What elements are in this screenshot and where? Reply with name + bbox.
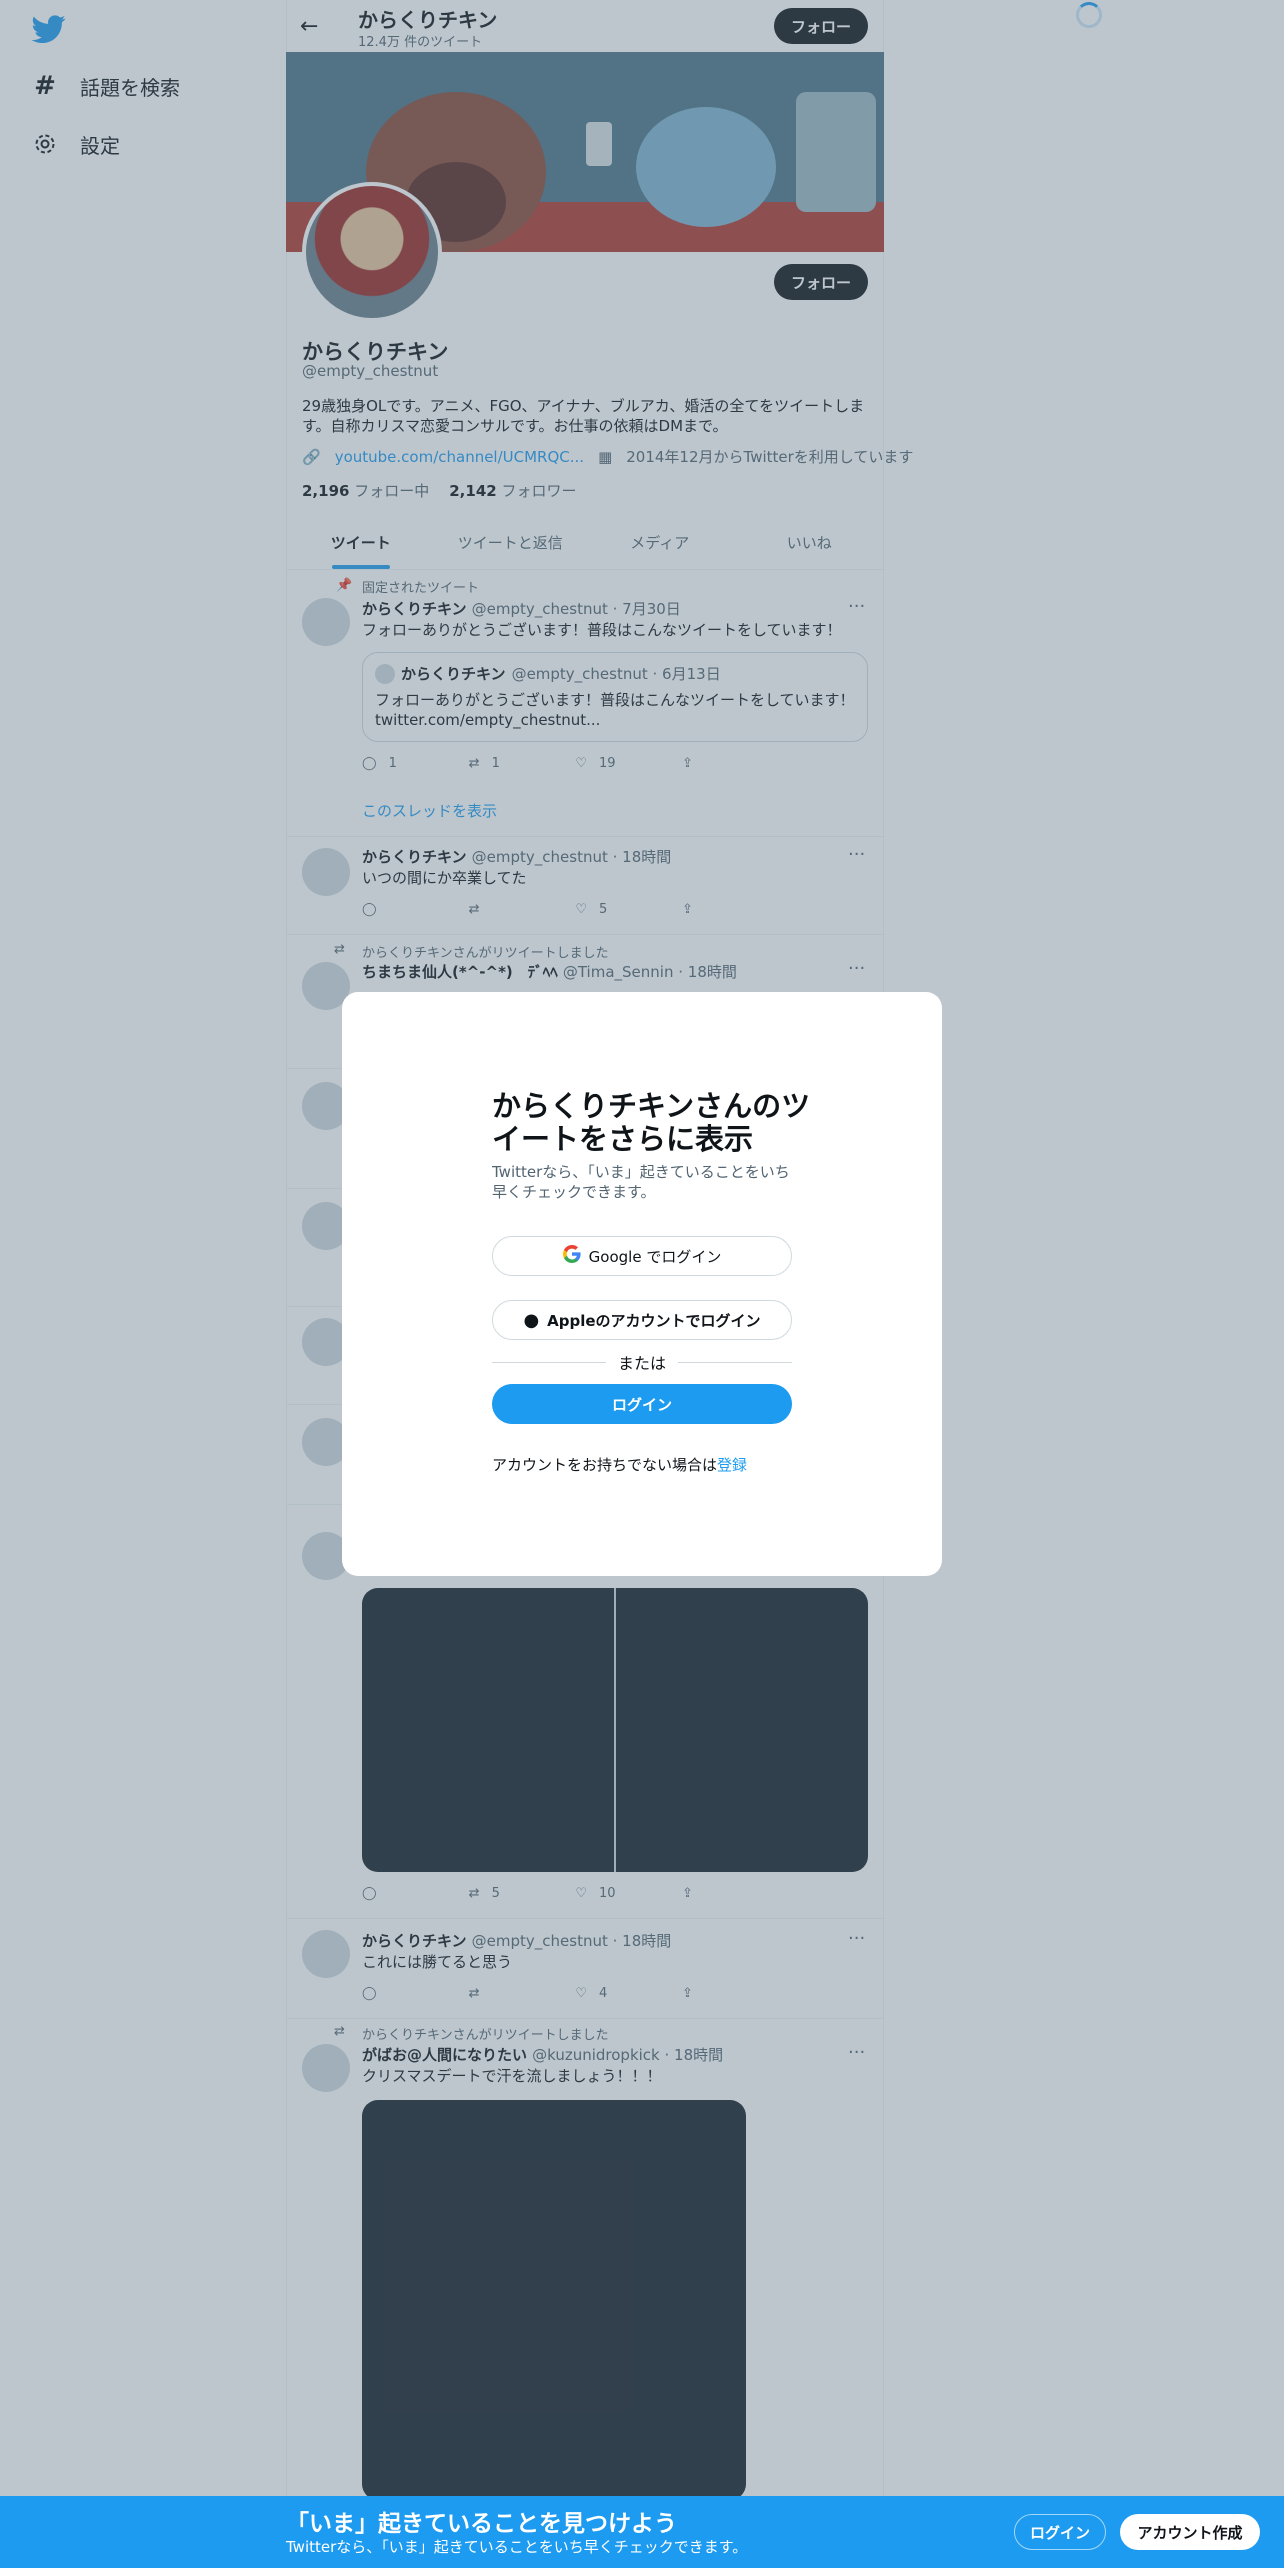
apple-icon: ● bbox=[523, 1309, 540, 1331]
modal-subtitle: Twitterなら、「いま」起きていることをいち早くチェックできます。 bbox=[492, 1163, 790, 1201]
modal-title: からくりチキンさんのツイートをさらに表示 bbox=[492, 1089, 811, 1156]
signup-prefix: アカウントをお持ちでない場合は bbox=[492, 1456, 718, 1474]
apple-login-label: Appleのアカウントでログイン bbox=[547, 1311, 761, 1330]
bottom-bar-subtitle: Twitterなら、「いま」起きていることをいち早くチェックできます。 bbox=[286, 2538, 748, 2556]
google-icon bbox=[562, 1245, 581, 1267]
bottom-bar-title: 「いま」起きていることを見つけよう bbox=[286, 2511, 677, 2537]
signup-link[interactable]: 登録 bbox=[717, 1456, 747, 1474]
separator-line bbox=[492, 1361, 606, 1363]
apple-login-button[interactable]: ● Appleのアカウントでログイン bbox=[492, 1300, 792, 1340]
separator-line bbox=[678, 1361, 793, 1363]
login-modal bbox=[342, 992, 942, 1576]
or-separator: または bbox=[492, 1350, 793, 1374]
google-login-button[interactable]: Google でログイン bbox=[492, 1236, 792, 1276]
or-label: または bbox=[618, 1354, 667, 1373]
signup-prompt: アカウントをお持ちでない場合は登録 bbox=[492, 1454, 747, 1475]
login-button[interactable]: ログイン bbox=[492, 1384, 792, 1424]
bottom-signup-button[interactable]: アカウント作成 bbox=[1120, 2514, 1260, 2550]
bottom-login-button[interactable]: ログイン bbox=[1014, 2514, 1106, 2550]
google-login-label: Google でログイン bbox=[588, 1247, 722, 1266]
